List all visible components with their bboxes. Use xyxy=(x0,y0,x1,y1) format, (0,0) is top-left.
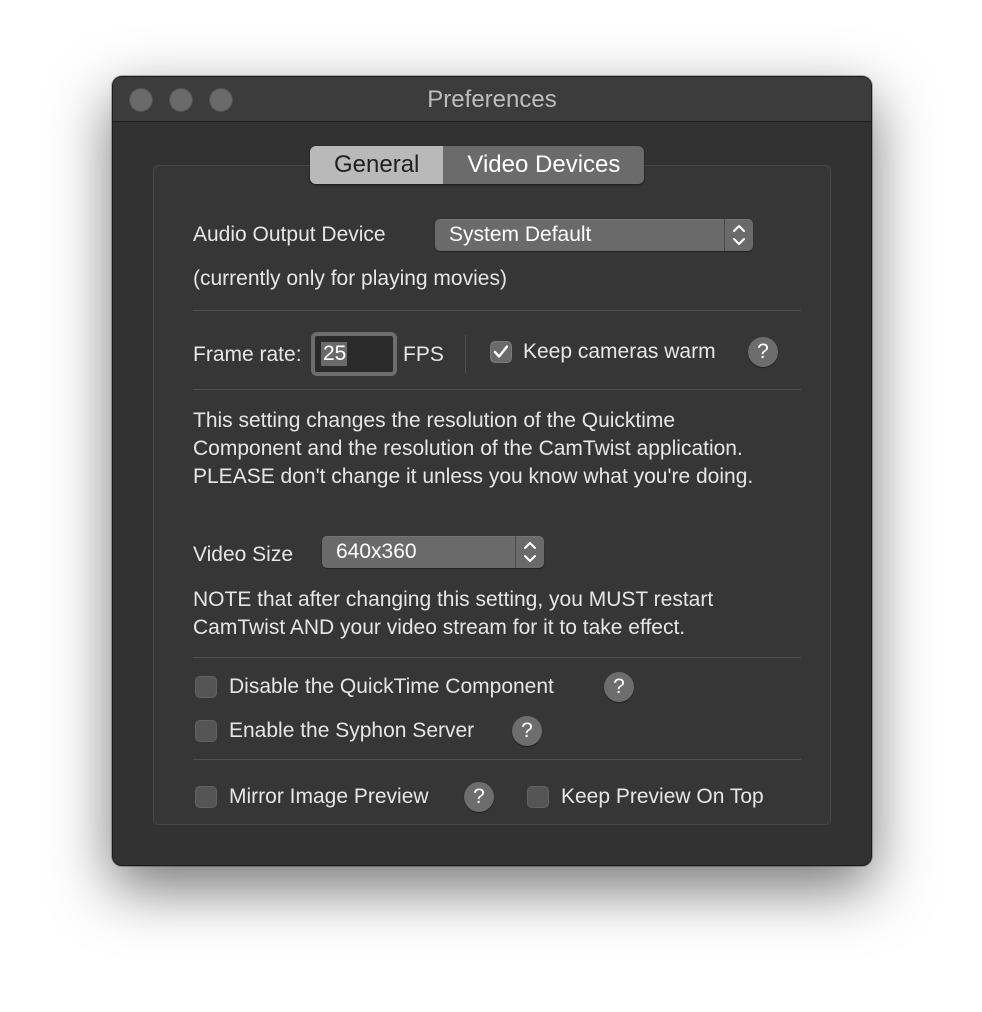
preview-on-top-label[interactable]: Keep Preview On Top xyxy=(561,785,764,809)
preview-on-top-checkbox[interactable] xyxy=(527,786,549,808)
mirror-preview-checkbox[interactable] xyxy=(195,786,217,808)
tab-general[interactable]: General xyxy=(310,146,444,184)
disable-quicktime-label[interactable]: Disable the QuickTime Component xyxy=(229,675,554,699)
video-size-select[interactable]: 640x360 xyxy=(322,536,544,568)
keep-cameras-warm-label[interactable]: Keep cameras warm xyxy=(523,340,716,364)
audio-output-label: Audio Output Device xyxy=(193,223,386,246)
preferences-window: Preferences General Video Devices Audio … xyxy=(112,76,872,866)
audio-output-note: (currently only for playing movies) xyxy=(193,267,507,290)
video-size-value: 640x360 xyxy=(336,540,417,563)
vertical-divider xyxy=(465,335,466,373)
keep-cameras-warm-checkbox[interactable] xyxy=(490,341,512,363)
audio-output-value: System Default xyxy=(449,223,592,246)
tab-bar: General Video Devices xyxy=(310,146,645,184)
frame-rate-field xyxy=(311,332,397,376)
divider xyxy=(193,389,801,390)
syphon-server-help-icon[interactable]: ? xyxy=(512,716,542,746)
frame-rate-input[interactable] xyxy=(319,340,397,368)
divider xyxy=(193,310,801,311)
resolution-warning-text: This setting changes the resolution of t… xyxy=(193,409,754,488)
disable-quicktime-help-icon[interactable]: ? xyxy=(604,672,634,702)
video-size-label: Video Size xyxy=(193,543,294,566)
mirror-preview-help-icon[interactable]: ? xyxy=(464,782,494,812)
fps-unit-label: FPS xyxy=(403,343,444,366)
title-bar[interactable]: Preferences xyxy=(113,77,871,122)
tab-video-devices[interactable]: Video Devices xyxy=(443,146,645,184)
checkmark-icon xyxy=(493,345,509,358)
chevron-updown-icon xyxy=(515,536,544,568)
restart-note-text: NOTE that after changing this setting, y… xyxy=(193,588,714,639)
divider xyxy=(193,657,801,658)
mirror-preview-label[interactable]: Mirror Image Preview xyxy=(229,785,429,809)
window-title: Preferences xyxy=(427,86,557,113)
audio-output-select[interactable]: System Default xyxy=(435,219,753,251)
disable-quicktime-checkbox[interactable] xyxy=(195,676,217,698)
syphon-server-checkbox[interactable] xyxy=(195,720,217,742)
chevron-updown-icon xyxy=(724,219,753,251)
divider xyxy=(193,759,801,760)
frame-rate-label: Frame rate: xyxy=(193,343,302,366)
keep-warm-help-icon[interactable]: ? xyxy=(748,337,778,367)
syphon-server-label[interactable]: Enable the Syphon Server xyxy=(229,719,474,743)
